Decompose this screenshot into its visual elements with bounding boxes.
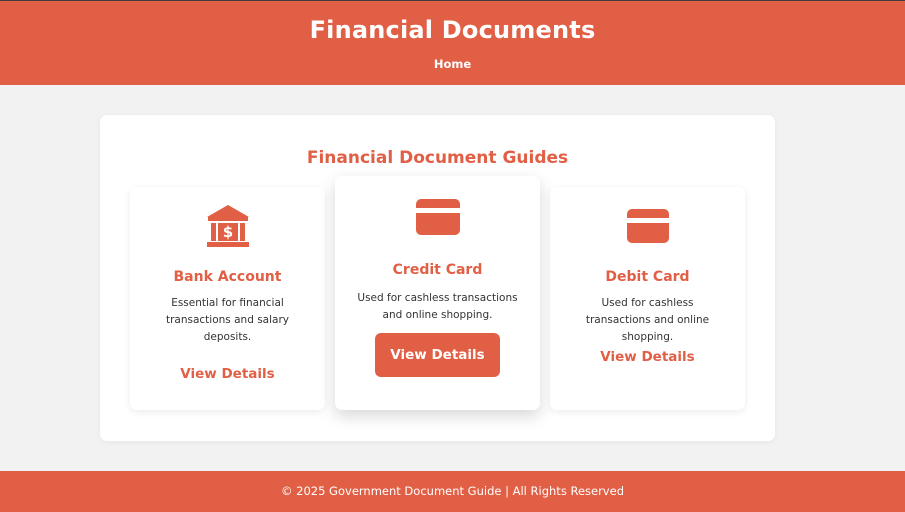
view-details-button[interactable]: View Details [375, 333, 500, 377]
bank-icon: $ [130, 204, 325, 248]
site-footer: © 2025 Government Document Guide | All R… [0, 471, 905, 512]
site-header: Financial Documents Home [0, 0, 905, 85]
card-description: Used for cashless transactions and onlin… [357, 292, 518, 321]
guides-panel: Financial Document Guides $ Bank Account… [100, 115, 775, 441]
nav-link-home[interactable]: Home [0, 57, 905, 71]
section-title: Financial Document Guides [306, 148, 569, 168]
card-title: Bank Account [173, 269, 282, 285]
credit-card-icon [550, 209, 745, 243]
card-title: Debit Card [605, 269, 690, 285]
card-debit-card: Debit Card Used for cashless transaction… [550, 187, 745, 410]
card-bank-account: $ Bank Account Essential for financial t… [130, 187, 325, 410]
view-details-link[interactable]: View Details [130, 366, 325, 382]
card-description: Used for cashless transactions and onlin… [585, 297, 710, 343]
page-title: Financial Documents [309, 16, 596, 44]
credit-card-icon [335, 199, 540, 235]
card-credit-card: Credit Card Used for cashless transactio… [335, 176, 540, 410]
card-description: Essential for financial transactions and… [165, 297, 289, 343]
footer-copyright: © 2025 Government Document Guide | All R… [280, 484, 624, 498]
svg-text:$: $ [222, 223, 232, 241]
view-details-link[interactable]: View Details [550, 349, 745, 365]
card-title: Credit Card [392, 262, 483, 278]
